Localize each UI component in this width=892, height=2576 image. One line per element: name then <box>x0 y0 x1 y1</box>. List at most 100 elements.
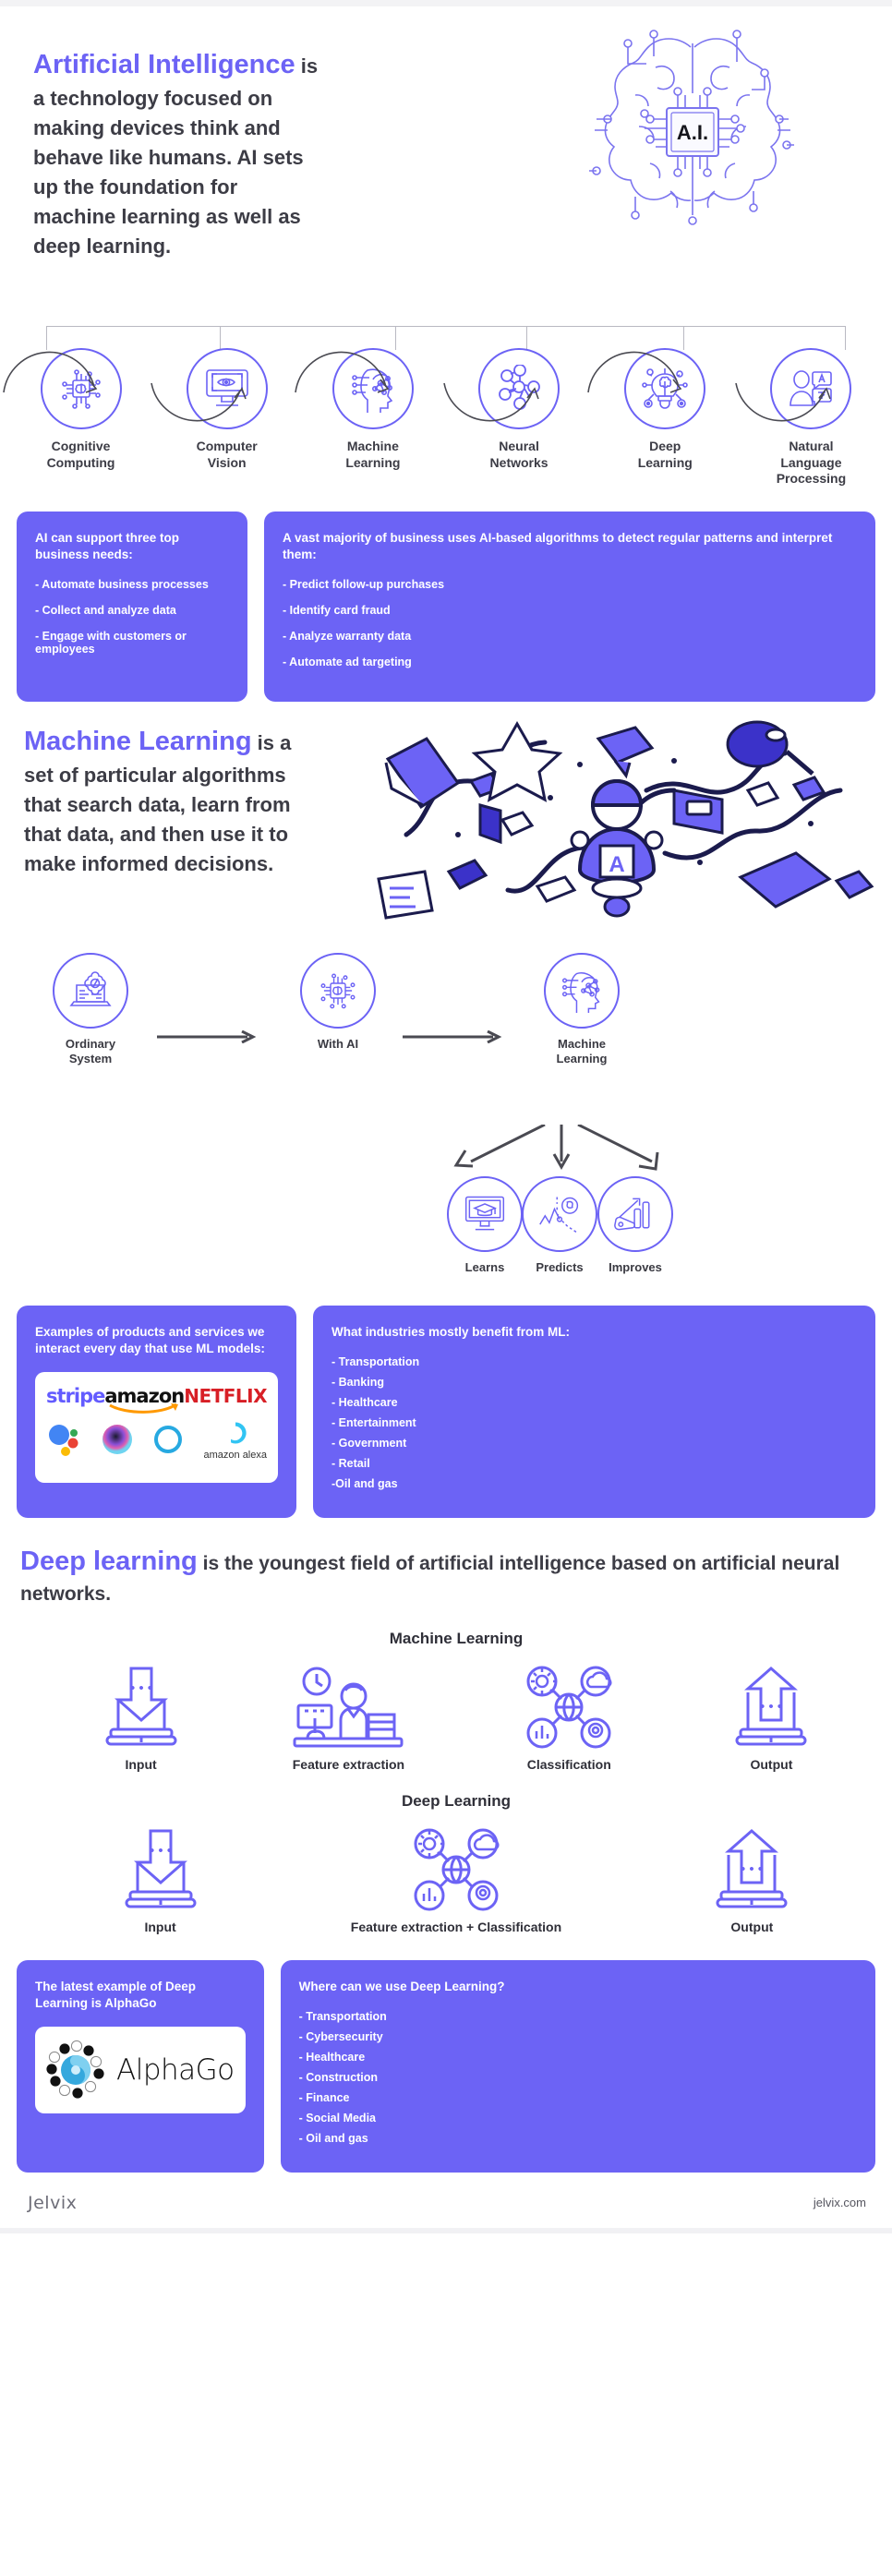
pipeline-title-ml: Machine Learning <box>389 1629 524 1647</box>
globe-nodes-icon <box>518 1661 620 1750</box>
card-title: What industries mostly benefit from ML: <box>331 1324 571 1339</box>
pipeline-step-output: • • • Output <box>733 1661 809 1772</box>
pipeline-ml: • • • Input Feature extraction Classific… <box>20 1661 892 1772</box>
pipeline-step-label: Output <box>730 1919 774 1934</box>
branch-deep-learning[interactable]: Deep Learning <box>586 348 737 488</box>
card-list-item: - Analyze warranty data <box>283 629 412 643</box>
brand-logos-row-2: amazon alexa <box>46 1420 267 1463</box>
head-network-icon <box>544 952 620 1029</box>
card-list-item: - Automate business processes <box>35 577 209 591</box>
card-list-item: - Cybersecurity <box>298 2029 383 2043</box>
person-workstation-icon <box>293 1661 404 1750</box>
pipeline-step-output: • • • Output <box>714 1824 790 1934</box>
jelvix-logo: Jelvix <box>28 2192 78 2213</box>
outcome-label: Improves <box>609 1259 662 1274</box>
card-list-item: - Engage with customers or employees <box>35 629 187 656</box>
branch-cognitive-computing[interactable]: Cognitive Computing <box>3 348 152 488</box>
footer-url[interactable]: jelvix.com <box>814 2196 866 2209</box>
pipeline-step-label: Input <box>144 1919 176 1934</box>
bottom-divider <box>0 2227 892 2233</box>
branch-label: Computer Vision <box>196 439 258 470</box>
laptop-download-icon: • • • <box>123 1824 199 1912</box>
laptop-upload-icon: • • • <box>733 1661 809 1750</box>
brand-logos-panel: stripe amazon NETFLIX amazon alexa <box>35 1372 279 1484</box>
branch-nlp[interactable]: Natural Language Processing <box>735 348 883 488</box>
connector-stem-4 <box>526 326 527 350</box>
deep-learning-section: Deep learning is the youngest field of a… <box>0 1518 892 1933</box>
branch-machine-learning[interactable]: Machine Learning <box>295 348 444 488</box>
card-title: A vast majority of business uses AI-base… <box>283 530 833 561</box>
laptop-download-icon: • • • <box>103 1661 179 1750</box>
branch-label: Deep Learning <box>637 439 693 470</box>
card-list-item: - Government <box>331 1437 407 1451</box>
flow-label: With AI <box>317 1036 359 1051</box>
pipeline-dl: • • • Input Feature extraction + Classif… <box>20 1824 892 1934</box>
branch-label: Natural Language Processing <box>776 439 847 486</box>
ai-brain-illustration: A.I. <box>554 23 831 235</box>
page-footer: Jelvix jelvix.com <box>0 2173 892 2228</box>
pipeline-step-classification: Classification <box>518 1661 620 1772</box>
card-list-item: - Healthcare <box>298 2050 366 2064</box>
intro-paragraph: Artificial Intelligence is a technology … <box>33 45 319 260</box>
card-list-item: - Healthcare <box>331 1396 398 1410</box>
pipeline-step-label: Feature extraction + Classification <box>350 1919 562 1934</box>
branch-neural-networks[interactable]: Neural Networks <box>442 348 591 488</box>
card-list-item: - Construction <box>298 2070 379 2084</box>
pipeline-step-input: • • • Input <box>123 1824 199 1934</box>
outcome-improves[interactable]: Improves <box>571 1175 700 1275</box>
dl-cards-row: The latest example of Deep Learning is A… <box>0 1959 892 2173</box>
ml-heading: Machine Learning <box>24 726 252 756</box>
amazon-alexa-label: amazon alexa <box>203 1450 268 1462</box>
branch-label: Neural Networks <box>489 439 548 470</box>
branch-connectors <box>0 293 892 350</box>
laptop-upload-icon: • • • <box>714 1824 790 1912</box>
svg-text:• • •: • • • <box>130 1680 152 1696</box>
alphago-wordmark: AlphaGo <box>116 2053 235 2088</box>
flow-node-with-ai[interactable]: With AI <box>273 952 403 1052</box>
branch-computer-vision[interactable]: Computer Vision <box>151 348 298 488</box>
dl-paragraph: Deep learning is the youngest field of a… <box>20 1542 892 1608</box>
ml-outcomes-row: Learns Predicts Improves <box>0 1123 892 1282</box>
siri-logo <box>102 1424 133 1460</box>
netflix-logo: NETFLIX <box>184 1385 268 1408</box>
pipeline-step-label: Classification <box>526 1756 611 1772</box>
flow-arrow-2 <box>403 1029 504 1044</box>
ml-cards-row: Examples of products and services we int… <box>0 1305 892 1519</box>
svg-text:• • •: • • • <box>760 1699 782 1715</box>
head-network-icon <box>331 348 414 429</box>
alphago-logo-panel: AlphaGo <box>35 2027 246 2114</box>
flow-node-ordinary-system[interactable]: Ordinary System <box>26 952 155 1067</box>
flow-label: Machine Learning <box>556 1036 608 1066</box>
card-list-item: - Retail <box>331 1457 370 1471</box>
chip-brain-icon <box>300 952 376 1029</box>
connector-horizontal-line <box>46 326 846 327</box>
ml-flow-row: Ordinary System With AI Machine Learning <box>0 945 892 1121</box>
intro-body: is a technology focused on making device… <box>33 54 319 258</box>
infographic-page: Artificial Intelligence is a technology … <box>0 0 892 2233</box>
brand-logos-row-1: stripe amazon NETFLIX <box>46 1385 268 1414</box>
hand-growth-chart-icon <box>597 1175 673 1252</box>
neural-network-icon <box>478 348 561 429</box>
card-title: Where can we use Deep Learning? <box>298 1979 505 1993</box>
branch-label: Machine Learning <box>345 439 401 470</box>
card-list-item: - Entertainment <box>331 1416 416 1430</box>
intro-heading: Artificial Intelligence <box>33 50 295 79</box>
ai-branches-row: Cognitive Computing Computer Vision Mach… <box>0 348 892 488</box>
pipeline-step-feature-classification: Feature extraction + Classification <box>351 1824 561 1934</box>
pipeline-title-dl: Deep Learning <box>401 1791 512 1810</box>
svg-text:• • •: • • • <box>741 1861 763 1877</box>
cpu-brain-icon <box>40 348 122 429</box>
top-divider <box>0 0 892 6</box>
connector-stem-5 <box>683 326 684 350</box>
card-list-item: - Identify card fraud <box>283 603 391 617</box>
card-list-item: - Oil and gas <box>298 2131 368 2145</box>
ml-robot-illustration: A <box>369 705 886 927</box>
flow-label: Ordinary System <box>65 1036 116 1066</box>
card-ml-industries: What industries mostly benefit from ML: … <box>313 1305 875 1519</box>
card-ml-products: Examples of products and services we int… <box>17 1305 297 1519</box>
monitor-eye-icon <box>186 348 268 429</box>
flow-node-machine-learning[interactable]: Machine Learning <box>517 952 646 1067</box>
card-list-item: - Social Media <box>298 2111 376 2125</box>
connector-stem-3 <box>395 326 396 350</box>
pipeline-step-label: Output <box>750 1756 793 1772</box>
